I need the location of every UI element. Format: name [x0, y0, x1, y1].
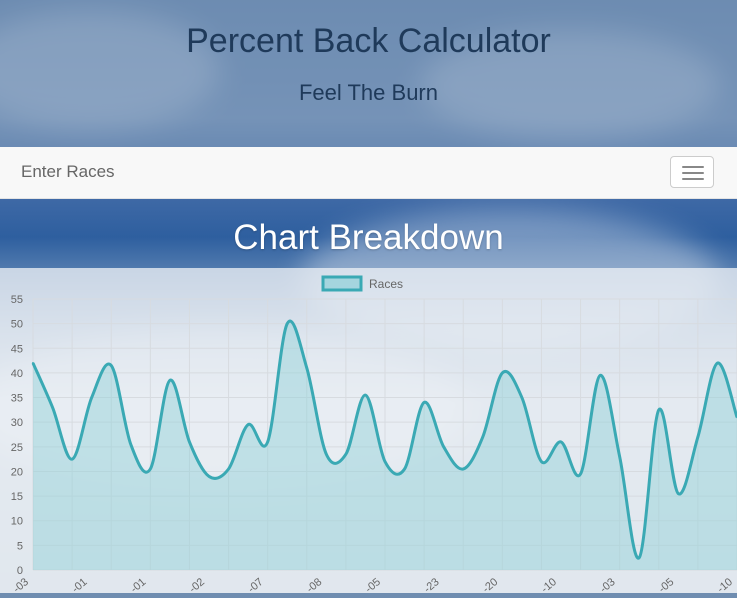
data-point — [110, 364, 113, 367]
chart-panel: 0 5 10 15 20 25 30 35 40 45 50 55 -03 -01 -01 -02 -07 -08… — [0, 268, 737, 595]
data-point — [188, 440, 191, 443]
data-point — [325, 453, 328, 456]
page-title: Percent Back Calculator — [186, 22, 551, 60]
data-point — [599, 374, 602, 377]
hamburger-icon — [682, 166, 704, 168]
data-point — [403, 467, 406, 470]
data-point — [560, 440, 562, 443]
y-tick-label: 5 — [17, 540, 23, 552]
y-tick-label: 0 — [17, 565, 23, 577]
y-tick-label: 25 — [11, 442, 23, 454]
data-point — [618, 455, 621, 458]
data-point — [520, 396, 523, 399]
legend-swatch — [321, 275, 363, 292]
y-tick-label: 30 — [11, 417, 23, 429]
data-point — [501, 371, 504, 374]
nav-brand-enter-races[interactable]: Enter Races — [21, 162, 115, 182]
data-point — [90, 396, 93, 399]
data-point — [305, 366, 308, 369]
x-tick-label: -07 — [246, 576, 266, 593]
y-tick-label: 15 — [11, 491, 23, 503]
x-tick-label: -03 — [598, 576, 618, 593]
section-title: Chart Breakdown — [233, 218, 504, 257]
x-tick-label: -10 — [715, 576, 735, 593]
x-tick-label: -01 — [70, 576, 90, 593]
x-tick-label: -10 — [539, 576, 559, 593]
site-header: Percent Back Calculator Feel The Burn — [0, 0, 737, 147]
data-point — [227, 467, 230, 470]
data-point — [716, 362, 719, 365]
data-point — [442, 445, 445, 448]
data-point — [638, 556, 641, 559]
x-tick-label: -20 — [480, 576, 500, 593]
x-tick-label: -03 — [11, 576, 31, 593]
data-point — [286, 322, 289, 325]
navbar-toggle-button[interactable] — [670, 156, 714, 188]
y-tick-label: 20 — [11, 466, 23, 478]
data-point — [384, 460, 386, 463]
data-point — [677, 492, 680, 495]
data-point — [51, 406, 54, 409]
y-tick-label: 40 — [11, 368, 23, 380]
data-point — [149, 467, 152, 470]
x-tick-label: -05 — [656, 576, 676, 593]
hamburger-icon-bar — [682, 172, 704, 174]
page-subtitle: Feel The Burn — [298, 80, 438, 105]
data-point — [32, 362, 34, 365]
y-tick-label: 50 — [11, 319, 23, 331]
data-point — [129, 443, 132, 446]
data-point — [657, 408, 660, 411]
x-tick-label: -23 — [422, 576, 442, 593]
data-point — [247, 423, 250, 426]
data-point — [266, 440, 269, 443]
data-point — [423, 401, 426, 404]
data-point — [462, 467, 465, 470]
x-tick-label: -08 — [304, 576, 324, 593]
y-tick-label: 55 — [11, 294, 23, 306]
data-point — [540, 460, 543, 463]
x-tick-label: -02 — [187, 576, 207, 593]
data-point — [696, 435, 699, 438]
data-point — [208, 475, 210, 478]
y-tick-label: 45 — [11, 343, 23, 355]
legend-label: Races — [369, 277, 403, 291]
y-tick-label: 10 — [11, 516, 23, 528]
data-point — [364, 394, 367, 397]
x-tick-label: -01 — [128, 576, 148, 593]
x-tick-label: -05 — [363, 576, 383, 593]
races-chart: 0 5 10 15 20 25 30 35 40 45 50 55 -03 -01 -01 -02 -07 -08… — [11, 275, 737, 595]
navbar: Enter Races — [0, 147, 737, 199]
data-point — [344, 453, 347, 456]
hamburger-icon-bar — [682, 178, 704, 180]
data-point — [168, 379, 171, 382]
y-tick-label: 35 — [11, 393, 23, 405]
data-point — [579, 472, 582, 475]
data-point — [481, 435, 484, 438]
data-point — [71, 458, 74, 461]
